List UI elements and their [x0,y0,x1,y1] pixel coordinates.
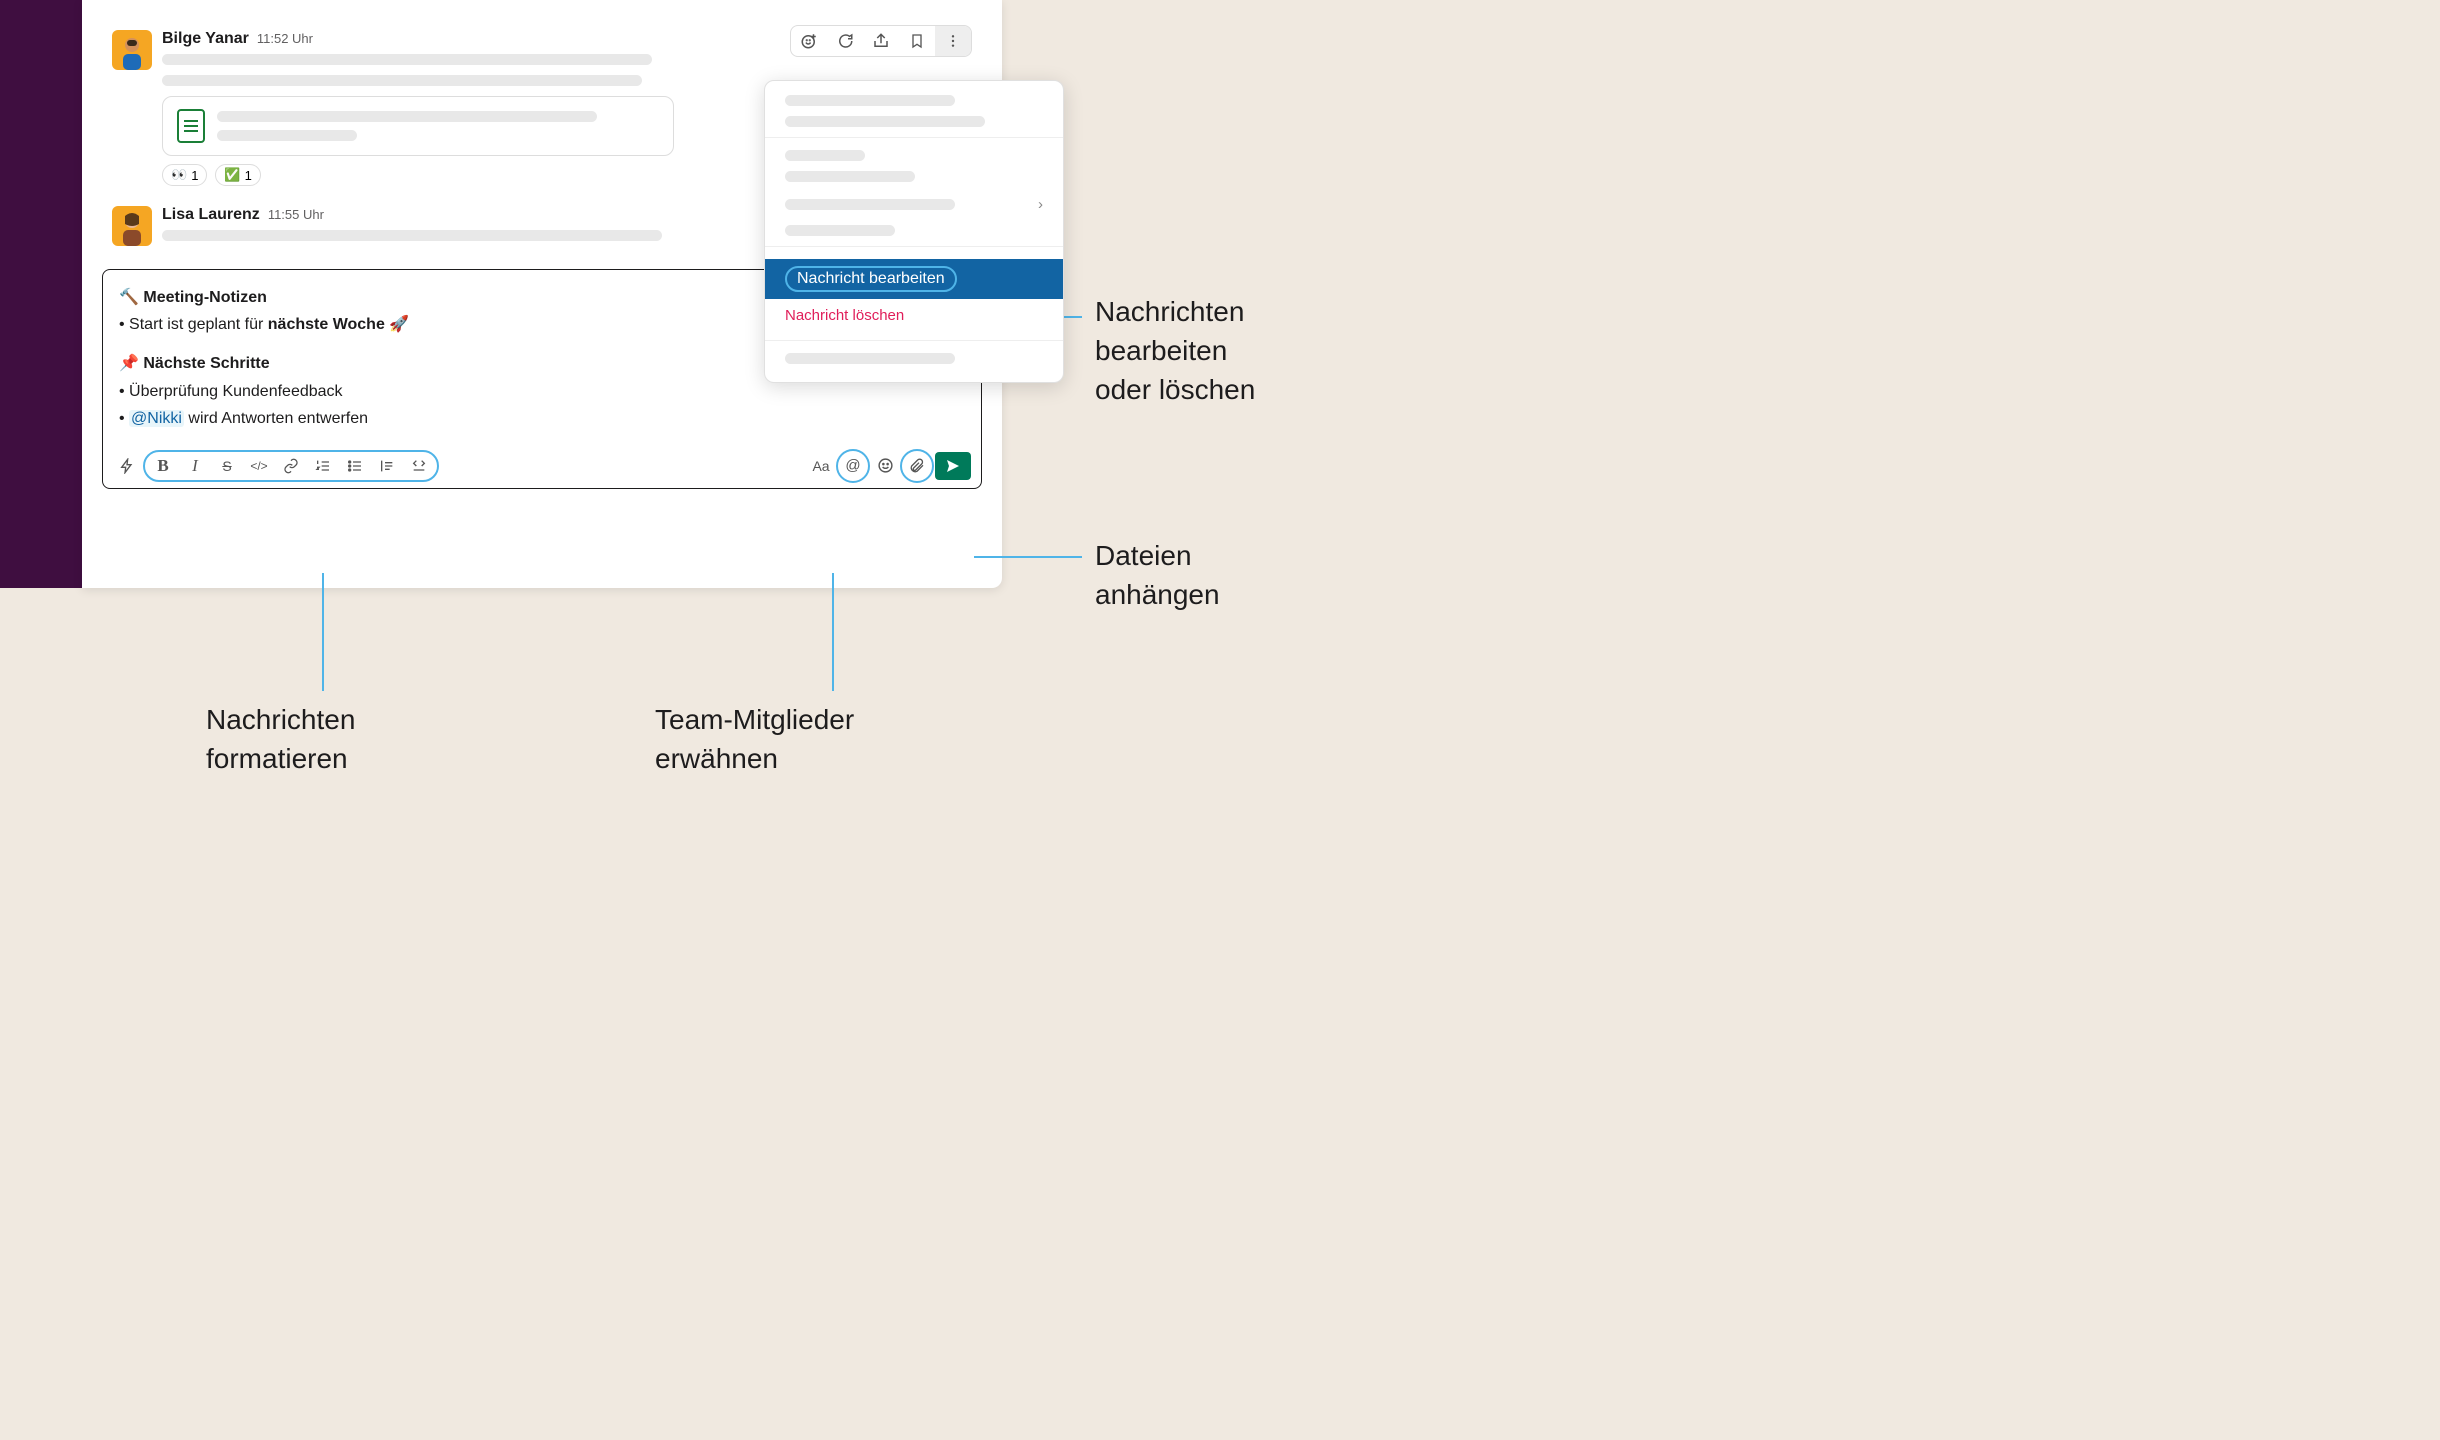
chat-panel: Bilge Yanar 11:52 Uhr 👀1 ✅1 [82,0,1002,588]
code-icon[interactable]: </> [245,452,273,480]
link-icon[interactable] [277,452,305,480]
callout-connector [974,556,1082,558]
composer-toolbar: B I S </> A [103,446,981,488]
text-placeholder [217,111,597,122]
avatar[interactable] [112,206,152,246]
text-placeholder [217,130,357,141]
shortcuts-icon[interactable] [113,452,141,480]
mention[interactable]: @Nikki [129,410,184,427]
avatar[interactable] [112,30,152,70]
callout-mention: Team-Mitgliedererwähnen [655,700,854,778]
dropdown-edit-message[interactable]: Nachricht bearbeiten [765,259,1063,299]
message-actions-dropdown: › Nachricht bearbeiten Nachricht löschen [764,80,1064,383]
quote-icon[interactable] [373,452,401,480]
ordered-list-icon[interactable] [309,452,337,480]
bold-icon[interactable]: B [149,452,177,480]
callout-format: Nachrichtenformatieren [206,700,355,778]
attach-icon[interactable] [903,452,931,480]
callout-attach: Dateienanhängen [1095,536,1220,614]
callout-edit-delete: Nachrichtenbearbeitenoder löschen [1095,292,1255,410]
reaction-check[interactable]: ✅1 [215,164,260,186]
italic-icon[interactable]: I [181,452,209,480]
mention-icon[interactable]: @ [839,452,867,480]
timestamp: 11:55 Uhr [268,207,324,222]
bullet-list-icon[interactable] [341,452,369,480]
callout-connector [322,573,324,691]
timestamp: 11:52 Uhr [257,31,313,46]
workspace-sidebar [0,0,82,588]
attachment[interactable] [162,96,674,156]
reaction-eyes[interactable]: 👀1 [162,164,207,186]
format-toggle-icon[interactable]: Aa [807,452,835,480]
text-placeholder [162,75,642,86]
strikethrough-icon[interactable]: S [213,452,241,480]
emoji-icon[interactable] [871,452,899,480]
text-placeholder [162,54,652,65]
author-name[interactable]: Bilge Yanar [162,30,249,48]
author-name[interactable]: Lisa Laurenz [162,206,260,224]
document-icon [177,109,205,143]
code-block-icon[interactable] [405,452,433,480]
send-button[interactable] [935,452,971,480]
dropdown-item[interactable]: › [765,192,1063,217]
text-placeholder [162,230,662,241]
callout-connector [832,573,834,691]
dropdown-delete-message[interactable]: Nachricht löschen [765,299,1063,332]
